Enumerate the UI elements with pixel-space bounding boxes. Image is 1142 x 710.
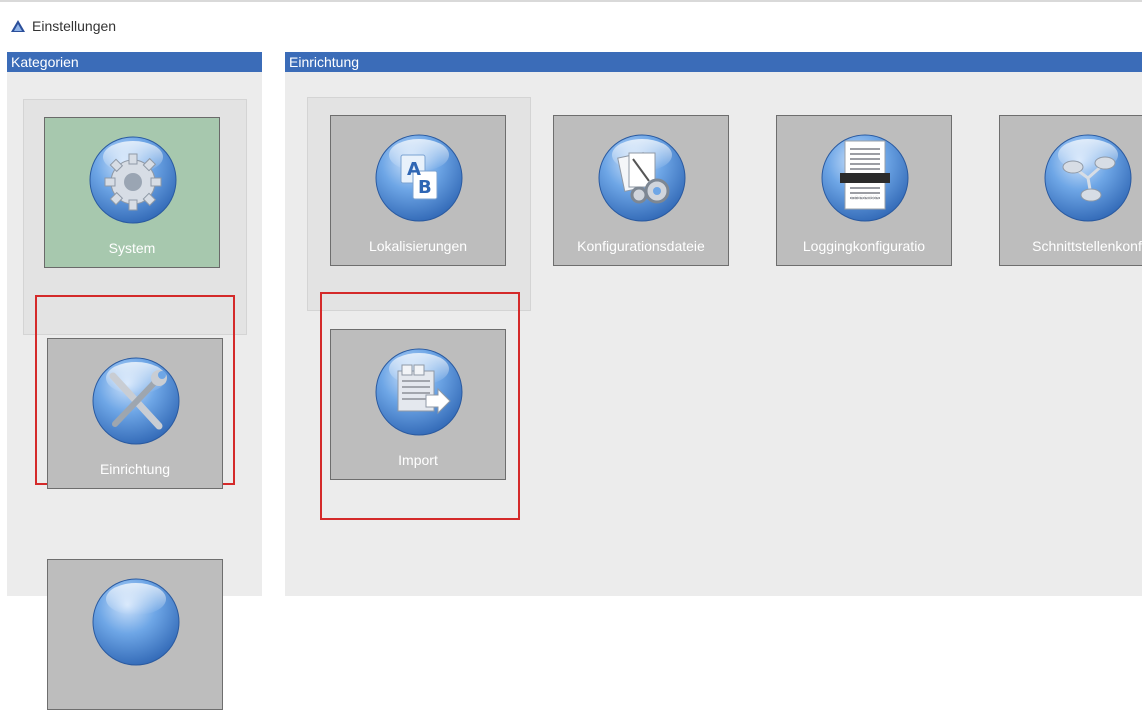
tile-lokalisierungen[interactable]: A B Lokalisierungen: [330, 115, 506, 266]
einrichtung-header: Einrichtung: [285, 52, 1142, 72]
interface-icon: [1044, 134, 1132, 222]
svg-text:B: B: [418, 177, 432, 198]
import-icon: [375, 348, 463, 436]
config-file-icon: [598, 134, 686, 222]
tile-konfigurationsdateie[interactable]: Konfigurationsdateie: [553, 115, 729, 266]
tile-label: Loggingkonfiguratio: [802, 238, 926, 254]
tile-label: System: [108, 240, 156, 256]
top-border: [0, 0, 1142, 2]
tile-schnittstellenkonfiguration[interactable]: Schnittstellenkonf: [999, 115, 1142, 266]
tools-icon: [92, 357, 180, 445]
category-tile-system[interactable]: System: [44, 117, 220, 268]
category-icon: [92, 578, 180, 666]
tile-label: Schnittstellenkonf: [1032, 238, 1142, 254]
category-tile-more[interactable]: [47, 559, 223, 710]
tile-label: Einrichtung: [99, 461, 171, 477]
logging-icon: [821, 134, 909, 222]
localization-icon: A B: [375, 134, 463, 222]
categories-panel: Kategorien System Einrichtung: [7, 52, 262, 710]
gear-icon: [89, 136, 177, 224]
tile-label: Konfigurationsdateie: [577, 238, 705, 254]
tile-import[interactable]: Import: [330, 329, 506, 480]
window-titlebar: Einstellungen: [10, 16, 116, 36]
logging-badge: LOGGING: [850, 195, 880, 202]
app-logo-icon: [11, 20, 25, 32]
einrichtung-panel: Einrichtung A B Lokalisierungen Konfigur…: [285, 52, 1142, 596]
tile-loggingkonfiguration[interactable]: LOGGING Loggingkonfiguratio: [776, 115, 952, 266]
categories-header: Kategorien: [7, 52, 262, 72]
category-tile-einrichtung[interactable]: Einrichtung: [47, 338, 223, 489]
tile-label: Lokalisierungen: [368, 238, 468, 254]
window-title: Einstellungen: [32, 18, 117, 34]
tile-label: Import: [398, 452, 438, 468]
